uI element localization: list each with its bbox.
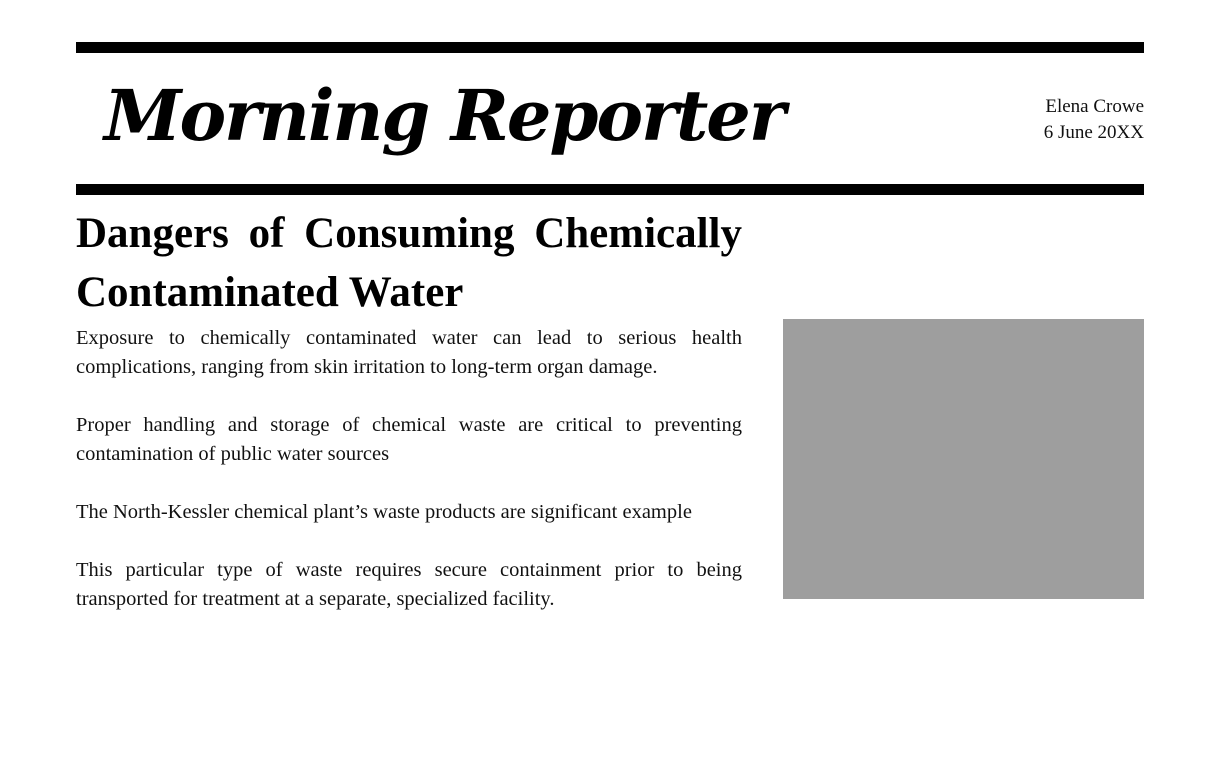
article-image-placeholder <box>783 319 1144 599</box>
masthead-top-rule <box>76 42 1144 53</box>
article-paragraph: The North-Kessler chemical plant’s waste… <box>76 501 692 523</box>
article-paragraph: Exposure to chemically contaminated wate… <box>76 327 742 378</box>
publication-date: 6 June 20XX <box>1043 122 1144 143</box>
masthead-bottom-rule <box>76 184 1144 195</box>
masthead-title: Morning Reporter <box>104 74 786 157</box>
article-headline: Dangers of Consuming Chemically Contamin… <box>76 210 742 316</box>
article-paragraph: Proper handling and storage of chemical … <box>76 414 742 465</box>
article-paragraph: This particular type of waste requires s… <box>76 559 742 610</box>
author-name: Elena Crowe <box>1045 96 1144 117</box>
byline: Elena Crowe 6 June 20XX <box>1044 94 1144 146</box>
article-body: Exposure to chemically contaminated wate… <box>76 324 742 643</box>
